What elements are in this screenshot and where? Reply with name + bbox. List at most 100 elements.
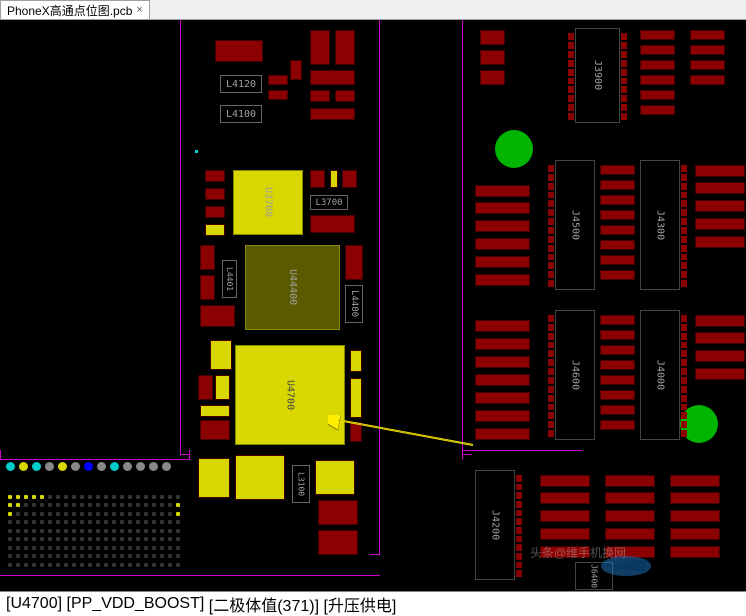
comp-cap[interactable] — [318, 500, 358, 525]
comp-cap[interactable] — [210, 340, 232, 370]
comp-cap[interactable] — [350, 350, 362, 372]
comp-cap[interactable] — [475, 220, 530, 232]
comp-cap[interactable] — [540, 510, 590, 522]
comp-U4700[interactable]: U4700 — [235, 345, 345, 445]
comp-cap[interactable] — [200, 420, 230, 440]
comp-cap[interactable] — [475, 274, 530, 286]
comp-cap[interactable] — [475, 238, 530, 250]
comp-L4401[interactable]: L4401 — [222, 260, 237, 298]
comp-cap[interactable] — [600, 180, 635, 190]
comp-cap[interactable] — [335, 30, 355, 65]
comp-cap[interactable] — [335, 90, 355, 102]
comp-cap[interactable] — [475, 410, 530, 422]
comp-cap[interactable] — [600, 270, 635, 280]
comp-cap[interactable] — [670, 528, 720, 540]
pcb-viewport[interactable]: L4120 L4100 U3700 L3700 U44400 L4400 L44… — [0, 20, 746, 591]
comp-cap[interactable] — [480, 70, 505, 85]
comp-cap[interactable] — [600, 390, 635, 400]
comp-cap[interactable] — [198, 458, 230, 498]
comp-cap[interactable] — [695, 368, 745, 380]
comp-J4000[interactable]: J4000 — [640, 310, 680, 440]
comp-cap[interactable] — [290, 60, 302, 80]
comp-cap[interactable] — [605, 475, 655, 487]
comp-cap[interactable] — [318, 530, 358, 555]
comp-U44400[interactable]: U44400 — [245, 245, 340, 330]
comp-cap[interactable] — [330, 170, 338, 188]
comp-cap[interactable] — [480, 30, 505, 45]
comp-cap[interactable] — [205, 188, 225, 200]
comp-L4120[interactable]: L4120 — [220, 75, 262, 93]
comp-cap[interactable] — [475, 320, 530, 332]
comp-cap[interactable] — [345, 245, 363, 280]
comp-cap[interactable] — [695, 200, 745, 212]
comp-cap[interactable] — [670, 510, 720, 522]
comp-cap[interactable] — [600, 330, 635, 340]
comp-cap[interactable] — [475, 392, 530, 404]
comp-cap[interactable] — [215, 40, 263, 62]
comp-cap[interactable] — [342, 170, 357, 188]
comp-cap[interactable] — [695, 182, 745, 194]
comp-cap[interactable] — [235, 455, 285, 500]
comp-cap[interactable] — [475, 185, 530, 197]
comp-cap[interactable] — [268, 90, 288, 100]
comp-cap[interactable] — [670, 475, 720, 487]
comp-cap[interactable] — [200, 245, 215, 270]
comp-cap[interactable] — [198, 375, 213, 400]
comp-cap[interactable] — [540, 475, 590, 487]
comp-cap[interactable] — [600, 165, 635, 175]
comp-cap[interactable] — [640, 90, 675, 100]
comp-cap[interactable] — [540, 546, 590, 558]
comp-J4300[interactable]: J4300 — [640, 160, 680, 290]
comp-cap[interactable] — [600, 315, 635, 325]
comp-cap[interactable] — [695, 165, 745, 177]
comp-cap[interactable] — [310, 30, 330, 65]
comp-cap[interactable] — [600, 210, 635, 220]
comp-cap[interactable] — [310, 70, 355, 85]
comp-cap[interactable] — [640, 75, 675, 85]
comp-cap[interactable] — [695, 315, 745, 327]
comp-cap[interactable] — [600, 195, 635, 205]
comp-cap[interactable] — [690, 30, 725, 40]
comp-cap[interactable] — [605, 492, 655, 504]
comp-cap[interactable] — [205, 224, 225, 236]
comp-cap[interactable] — [695, 332, 745, 344]
comp-cap[interactable] — [205, 170, 225, 182]
comp-cap[interactable] — [600, 420, 635, 430]
comp-cap[interactable] — [315, 460, 355, 495]
comp-cap[interactable] — [690, 45, 725, 55]
comp-cap[interactable] — [695, 218, 745, 230]
comp-cap[interactable] — [640, 45, 675, 55]
comp-cap[interactable] — [695, 350, 745, 362]
comp-cap[interactable] — [600, 240, 635, 250]
comp-L4100[interactable]: L4100 — [220, 105, 262, 123]
comp-cap[interactable] — [600, 375, 635, 385]
comp-J4200[interactable]: J4200 — [475, 470, 515, 580]
comp-L3700[interactable]: L3700 — [310, 195, 348, 210]
comp-L4400[interactable]: L4400 — [345, 285, 363, 323]
comp-cap[interactable] — [600, 360, 635, 370]
comp-cap[interactable] — [670, 492, 720, 504]
comp-cap[interactable] — [310, 215, 355, 233]
comp-cap[interactable] — [695, 236, 745, 248]
comp-cap[interactable] — [640, 60, 675, 70]
comp-cap[interactable] — [310, 108, 355, 120]
comp-cap[interactable] — [480, 50, 505, 65]
comp-J6400[interactable]: J6400 — [575, 562, 613, 590]
comp-J4500[interactable]: J4500 — [555, 160, 595, 290]
comp-cap[interactable] — [475, 428, 530, 440]
tab-document[interactable]: PhoneX高通点位图.pcb × — [0, 0, 150, 19]
comp-cap[interactable] — [690, 60, 725, 70]
comp-cap[interactable] — [475, 338, 530, 350]
comp-cap[interactable] — [205, 206, 225, 218]
comp-J4600[interactable]: J4600 — [555, 310, 595, 440]
comp-cap[interactable] — [200, 405, 230, 417]
comp-L3100[interactable]: L3100 — [292, 465, 310, 503]
comp-cap[interactable] — [200, 305, 235, 327]
comp-cap[interactable] — [670, 546, 720, 558]
comp-cap[interactable] — [540, 528, 590, 540]
comp-cap[interactable] — [310, 90, 330, 102]
comp-cap[interactable] — [475, 356, 530, 368]
comp-cap[interactable] — [350, 422, 362, 442]
comp-cap[interactable] — [475, 202, 530, 214]
comp-cap[interactable] — [215, 375, 230, 400]
